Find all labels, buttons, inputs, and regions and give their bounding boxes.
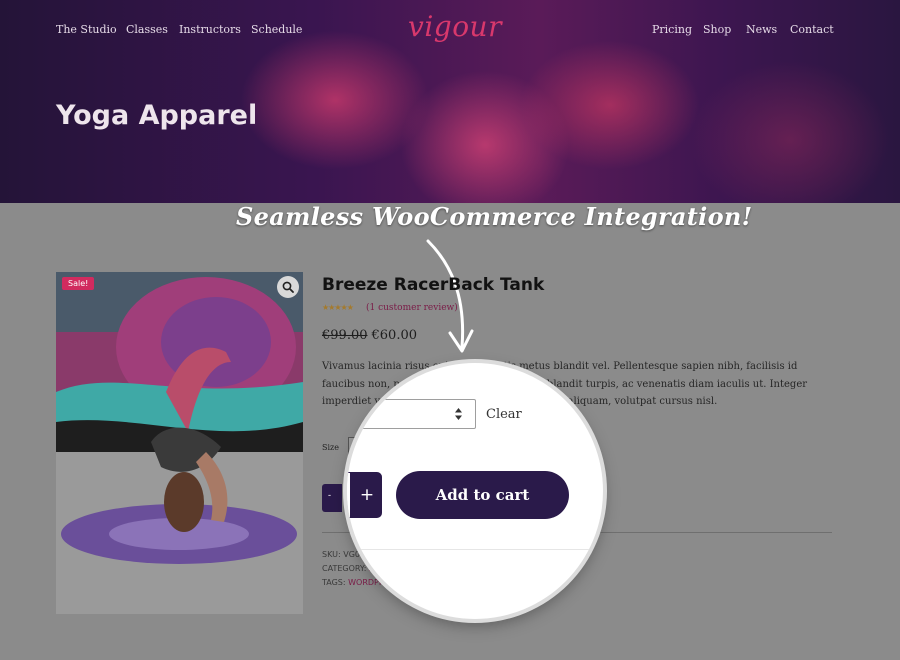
product-image[interactable] <box>56 272 303 614</box>
minus-icon: - <box>328 491 332 501</box>
nav-item-schedule[interactable]: Schedule <box>251 23 302 36</box>
nav-item-instructors[interactable]: Instructors <box>179 23 241 36</box>
product-price: €99.00 €60.00 <box>322 328 417 343</box>
sale-price: €60.00 <box>371 328 418 343</box>
review-link[interactable]: (1 customer review) <box>366 303 458 313</box>
quantity-decrement[interactable]: - <box>322 484 342 512</box>
hero-photo-shape <box>690 60 890 203</box>
add-to-cart-button[interactable]: Add to cart <box>396 471 569 519</box>
nav-item-classes[interactable]: Classes <box>126 23 168 36</box>
size-label: Size <box>322 443 339 452</box>
nav-item-contact[interactable]: Contact <box>790 23 834 36</box>
site-logo[interactable]: vigour <box>408 10 502 43</box>
regular-price: €99.00 <box>322 328 368 343</box>
sku-label: SKU: <box>322 550 341 559</box>
product-sku: SKU: VG07 <box>322 550 365 559</box>
rating-stars: ★★★★★ <box>322 303 354 312</box>
tags-label: TAGS: <box>322 578 346 587</box>
zoom-button[interactable] <box>277 276 299 298</box>
quantity-increment[interactable]: + <box>352 472 382 518</box>
sort-arrows-icon <box>455 408 462 420</box>
hero-banner: The Studio Classes Instructors Schedule … <box>0 0 900 203</box>
search-icon <box>282 281 294 293</box>
product-photo-art <box>56 272 303 614</box>
magnifier-callout: Clear + Add to cart <box>347 363 603 619</box>
product-tags: TAGS: WORDPRE <box>322 578 390 587</box>
page-title: Yoga Apparel <box>56 100 258 131</box>
product-title: Breeze RacerBack Tank <box>322 275 545 295</box>
nav-item-shop[interactable]: Shop <box>703 23 731 36</box>
hero-photo-shape <box>520 40 700 170</box>
nav-item-pricing[interactable]: Pricing <box>652 23 692 36</box>
divider <box>347 549 603 550</box>
promo-headline: Seamless WooCommerce Integration! <box>236 202 753 231</box>
nav-item-the-studio[interactable]: The Studio <box>56 23 117 36</box>
arrow-icon <box>426 239 474 353</box>
nav-item-news[interactable]: News <box>746 23 777 36</box>
clear-selection-link[interactable]: Clear <box>486 407 522 422</box>
size-dropdown[interactable] <box>361 399 476 429</box>
sale-badge: Sale! <box>62 277 95 290</box>
category-label: CATEGORY: <box>322 564 367 573</box>
